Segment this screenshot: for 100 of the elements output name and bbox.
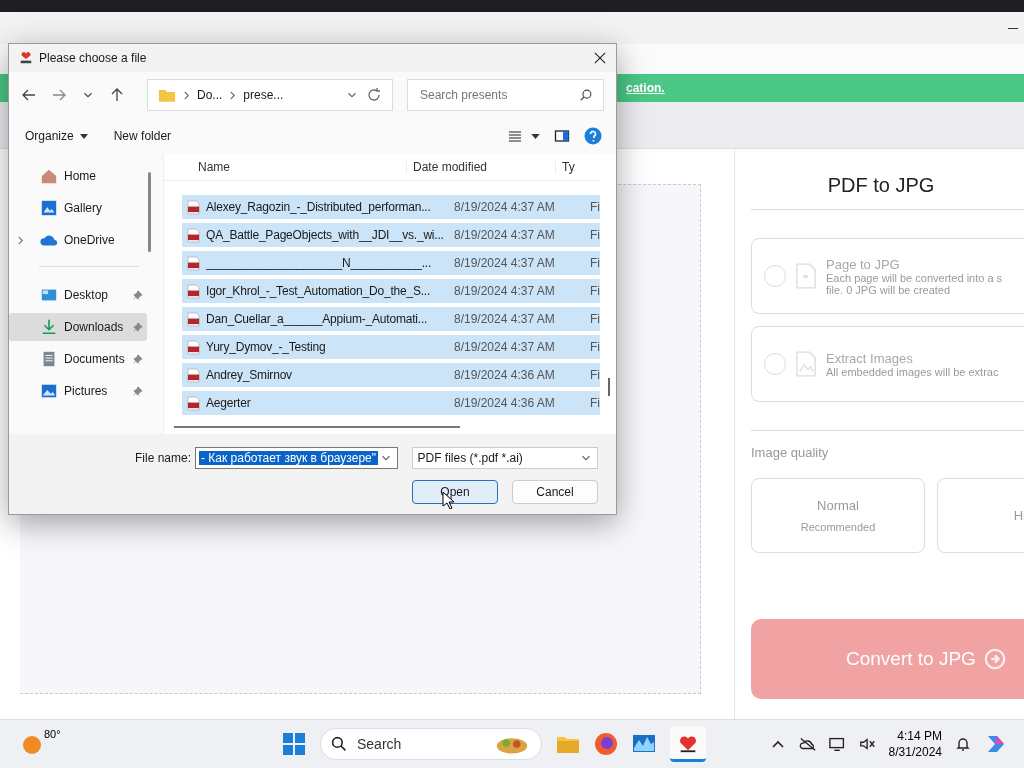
pdf-file-icon	[187, 311, 200, 327]
refresh-icon[interactable]	[366, 87, 382, 103]
search-icon	[579, 88, 593, 102]
file-name: Alexey_Ragozin_-_Distributed_performan...	[206, 200, 432, 214]
file-row[interactable]: Yury_Dymov_-_Testing 8/19/2024 4:37 AM Fi	[182, 335, 600, 359]
file-row[interactable]: Andrey_Smirnov 8/19/2024 4:36 AM Fi	[182, 363, 600, 387]
pdf-file-icon	[187, 199, 200, 215]
file-name-field[interactable]: - Как работает звук в браузере"	[195, 447, 399, 469]
option-description: Each page will be converted into a s	[826, 271, 1003, 284]
file-row[interactable]: QA_Battle_PageObjects_with__JDI__vs._wi... 8/19/2024 4:37 AM Fi	[182, 223, 600, 247]
file-type: Fi	[590, 256, 600, 270]
file-date: 8/19/2024 4:37 AM	[454, 312, 556, 326]
file-type: Fi	[590, 228, 600, 242]
image-file-icon	[796, 351, 816, 377]
file-type: Fi	[590, 200, 600, 214]
file-type-dropdown[interactable]: PDF files (*.pdf *.ai)	[412, 447, 598, 469]
file-row[interactable]: Igor_Khrol_-_Test_Automation_Do_the_S... 8/19/2024 4:37 AM Fi	[182, 279, 600, 303]
file-name: _____________________N___________...	[206, 256, 433, 270]
scrollbar-thumb[interactable]	[148, 172, 151, 252]
file-row[interactable]: Dan_Cuellar_a______Appium-_Automati... 8/19/2024 4:37 AM Fi	[182, 307, 600, 331]
minimize-icon[interactable]	[1008, 27, 1018, 29]
file-date: 8/19/2024 4:37 AM	[454, 284, 556, 298]
breadcrumb[interactable]: Do...	[197, 88, 223, 102]
file-date: 8/19/2024 4:37 AM	[454, 200, 556, 214]
sidebar-item[interactable]: Desktop	[9, 281, 147, 309]
sidebar-item[interactable]: OneDrive	[9, 226, 147, 254]
breadcrumb[interactable]: prese...	[243, 88, 284, 102]
browser-icon[interactable]	[594, 732, 618, 756]
help-icon[interactable]	[584, 127, 602, 145]
sidebar-item[interactable]: Gallery	[9, 194, 147, 222]
app-logo-icon	[19, 51, 33, 65]
back-icon[interactable]	[21, 87, 37, 103]
file-name: Yury_Dymov_-_Testing	[206, 340, 327, 354]
file-row[interactable]: Alexey_Ragozin_-_Distributed_performan... 8/19/2024 4:37 AM Fi	[182, 195, 600, 219]
preview-pane-icon[interactable]	[554, 128, 570, 144]
search-icon	[331, 736, 347, 752]
file-date: 8/19/2024 4:36 AM	[454, 396, 556, 410]
file-date: 8/19/2024 4:37 AM	[454, 256, 556, 270]
bell-icon[interactable]	[954, 736, 972, 752]
option-description: All embedded images will be extrac	[826, 365, 999, 378]
scrollbar-thumb[interactable]	[174, 426, 460, 428]
panel-title: PDF to JPG	[826, 173, 936, 198]
sidebar-item[interactable]: Downloads	[9, 313, 147, 341]
option-title: Page to JPG	[826, 256, 901, 272]
up-icon[interactable]	[109, 87, 125, 103]
sidebar-item[interactable]: Pictures	[9, 377, 147, 405]
download-icon	[40, 318, 58, 336]
scrollbar-thumb[interactable]	[608, 378, 610, 396]
search-input[interactable]: Search presents	[418, 87, 579, 103]
start-icon[interactable]	[282, 732, 306, 756]
arrow-circle-icon	[983, 648, 1006, 670]
file-type: Fi	[590, 368, 600, 382]
chevron-right-icon	[183, 90, 190, 100]
page-icon	[796, 263, 816, 289]
sidebar-item[interactable]: Documents	[9, 345, 147, 373]
view-menu-icon[interactable]	[507, 128, 523, 144]
file-date: 8/19/2024 4:36 AM	[454, 368, 556, 382]
pdf-file-icon	[187, 395, 200, 411]
cloud-off-icon[interactable]	[798, 736, 817, 752]
option-title: Extract Images	[826, 350, 914, 366]
open-button[interactable]: Open	[412, 480, 498, 504]
caret-icon[interactable]	[531, 133, 540, 139]
file-type: Fi	[590, 340, 600, 354]
pdf-file-icon	[187, 339, 200, 355]
file-date: 8/19/2024 4:37 AM	[454, 228, 556, 242]
clock-time[interactable]: 4:14 PM	[897, 728, 942, 744]
new-folder-button[interactable]: New folder	[107, 125, 178, 147]
file-type: Fi	[590, 284, 600, 298]
address-bar[interactable]: Do... prese...	[147, 79, 393, 111]
dialog-title: Please choose a file	[39, 51, 148, 65]
file-name: Andrey_Smirnov	[206, 368, 293, 382]
option-description: file. 0 JPG will be created	[826, 283, 952, 296]
section-label: Image quality	[751, 445, 830, 460]
pdf-app-icon[interactable]	[670, 726, 706, 762]
organize-menu[interactable]: Organize	[19, 125, 94, 147]
column-header[interactable]: Ty	[555, 160, 575, 174]
column-header[interactable]: Date modified	[406, 160, 555, 174]
pdf-file-icon	[187, 227, 200, 243]
file-date: 8/19/2024 4:37 AM	[454, 340, 556, 354]
temperature: 80°	[44, 728, 61, 740]
file-name: Igor_Khrol_-_Test_Automation_Do_the_S...	[206, 284, 432, 298]
gallery-icon	[40, 199, 58, 217]
monitor-icon[interactable]	[828, 736, 847, 752]
file-name: QA_Battle_PageObjects_with__JDI__vs._wi...	[206, 228, 445, 242]
speaker-muted-icon[interactable]	[858, 736, 877, 752]
column-header[interactable]: Name	[164, 160, 406, 174]
file-row[interactable]: Aegerter 8/19/2024 4:36 AM Fi	[182, 391, 600, 415]
taskbar-search[interactable]: Search	[320, 728, 542, 760]
caret-icon	[79, 133, 88, 139]
close-icon[interactable]	[594, 52, 606, 64]
search-field[interactable]: Search presents	[407, 79, 604, 111]
file-type: Fi	[590, 396, 600, 410]
file-type: Fi	[590, 312, 600, 326]
file-row[interactable]: _____________________N___________... 8/19/2024 4:37 AM Fi	[182, 251, 600, 275]
cancel-button[interactable]: Cancel	[512, 480, 598, 504]
clock-date[interactable]: 8/31/2024	[888, 744, 942, 760]
forward-icon[interactable]	[51, 87, 67, 103]
expand-icon[interactable]	[17, 235, 24, 245]
sidebar-item[interactable]: Home	[9, 162, 147, 190]
pdf-file-icon	[187, 255, 200, 271]
